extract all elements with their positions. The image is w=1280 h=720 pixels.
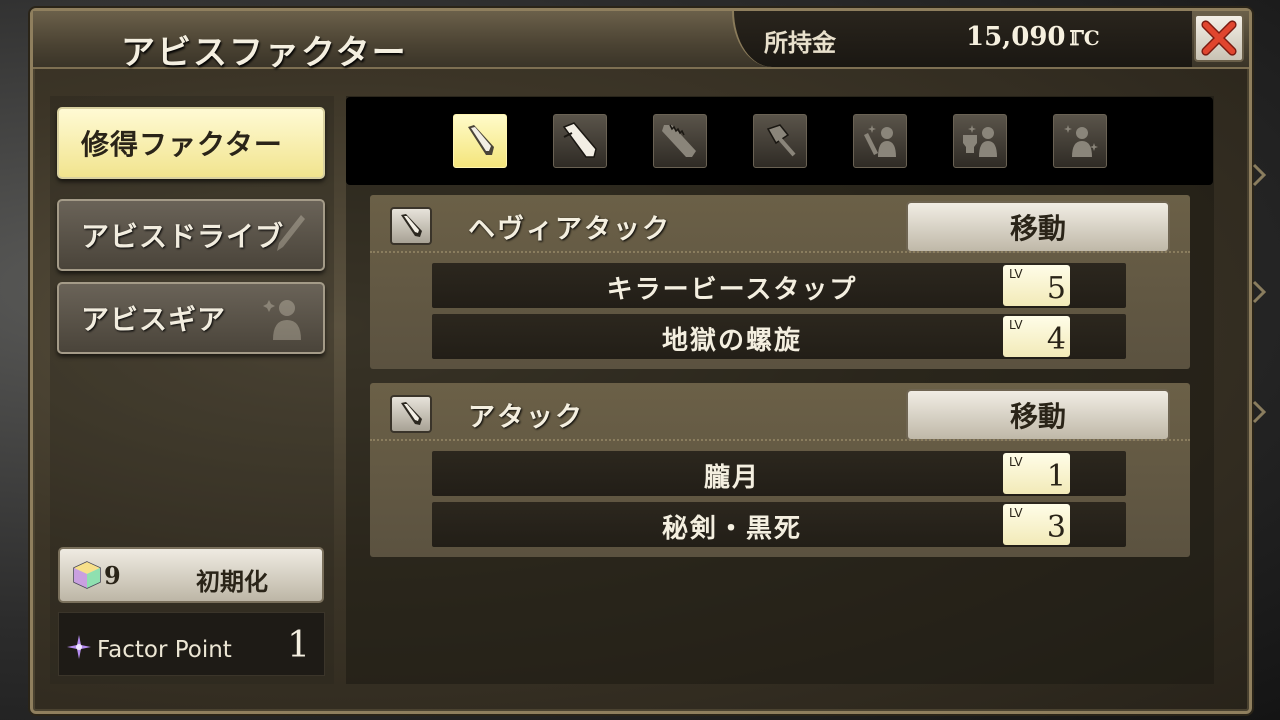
money-amount: 15,090	[966, 22, 1066, 52]
hammer-icon	[766, 124, 796, 157]
divider	[370, 439, 1190, 441]
sidebar-item-label: アビスドライブ	[81, 220, 285, 253]
tab-sword-person[interactable]	[853, 114, 907, 168]
reset-label: 初期化	[196, 567, 268, 596]
armor-person-icon	[963, 125, 997, 157]
rainbow-cube-icon	[73, 561, 101, 589]
sparkle-icon	[67, 635, 91, 659]
sparkle-person-icon	[1064, 125, 1098, 157]
move-button[interactable]: 移動	[906, 201, 1170, 253]
money-unit: ℾC	[1069, 26, 1100, 50]
sword-icon	[401, 214, 422, 237]
level-badge: LV 4	[1003, 316, 1070, 357]
skill-row[interactable]: 秘剣・黒死 LV 3	[432, 502, 1126, 547]
tab-armor-person[interactable]	[953, 114, 1007, 168]
chevron-right-icon	[1252, 163, 1266, 187]
factor-group: ヘヴィアタック 移動 キラービースタップ LV 5 地獄の螺旋 LV 4	[370, 195, 1190, 369]
reset-cost: 9	[104, 560, 121, 590]
level-value: 3	[1046, 510, 1066, 545]
tab-sparkle-person[interactable]	[1053, 114, 1107, 168]
factor-point-value: 1	[287, 625, 310, 666]
level-value: 5	[1046, 271, 1066, 306]
group-name: アタック	[468, 402, 584, 433]
skill-name: 朧月	[703, 463, 760, 493]
sword-icon	[277, 215, 305, 251]
sidebar-item-abyss-drive[interactable]: アビスドライブ	[57, 199, 325, 271]
sidebar-item-label: 修得ファクター	[81, 128, 283, 161]
level-value: 1	[1046, 459, 1066, 494]
sword-person-icon	[864, 125, 896, 157]
factor-point-label: Factor Point	[97, 637, 232, 663]
skill-row[interactable]: 朧月 LV 1	[432, 451, 1126, 496]
level-badge: LV 1	[1003, 453, 1070, 494]
sword-icon	[401, 402, 422, 425]
chevron-right-icon	[1252, 400, 1266, 424]
close-x-icon	[1201, 20, 1237, 56]
group-name: ヘヴィアタック	[468, 214, 671, 245]
tab-serrated-blade[interactable]	[653, 114, 707, 168]
window-title: アビスファクター	[121, 33, 408, 73]
level-badge: LV 3	[1003, 504, 1070, 545]
tab-hammer[interactable]	[753, 114, 807, 168]
sidebar-item-abyss-gear[interactable]: アビスギア	[57, 282, 325, 354]
tab-great-sword[interactable]	[553, 114, 607, 168]
reset-button[interactable]: 9 初期化	[58, 547, 324, 603]
sidebar-item-label: アビスギア	[81, 303, 227, 336]
group-icon	[390, 207, 432, 245]
serrated-blade-icon	[662, 124, 696, 157]
skill-name: 秘剣・黒死	[661, 514, 802, 544]
level-label: LV	[1009, 267, 1023, 281]
level-label: LV	[1009, 506, 1023, 520]
factor-point-panel: Factor Point 1	[58, 612, 325, 676]
sidebar-item-acquired-factor[interactable]: 修得ファクター	[57, 107, 325, 179]
tab-sword[interactable]	[453, 114, 507, 168]
move-button[interactable]: 移動	[906, 389, 1170, 441]
level-label: LV	[1009, 318, 1023, 332]
money-label: 所持金	[764, 28, 836, 57]
sword-icon	[468, 125, 494, 155]
level-badge: LV 5	[1003, 265, 1070, 306]
skill-row[interactable]: 地獄の螺旋 LV 4	[432, 314, 1126, 359]
divider	[370, 251, 1190, 253]
level-value: 4	[1046, 322, 1066, 357]
factor-group: アタック 移動 朧月 LV 1 秘剣・黒死 LV 3	[370, 383, 1190, 557]
group-icon	[390, 395, 432, 433]
close-button[interactable]	[1194, 14, 1244, 62]
level-label: LV	[1009, 455, 1023, 469]
money-panel: 所持金 15,090 ℾC	[732, 11, 1192, 67]
skill-row[interactable]: キラービースタップ LV 5	[432, 263, 1126, 308]
great-sword-icon	[562, 122, 597, 158]
chevron-right-icon	[1252, 280, 1266, 304]
money-value: 15,090 ℾC	[966, 22, 1100, 52]
sparkle-person-icon	[263, 300, 301, 340]
skill-name: キラービースタップ	[606, 275, 858, 305]
skill-name: 地獄の螺旋	[661, 326, 802, 356]
